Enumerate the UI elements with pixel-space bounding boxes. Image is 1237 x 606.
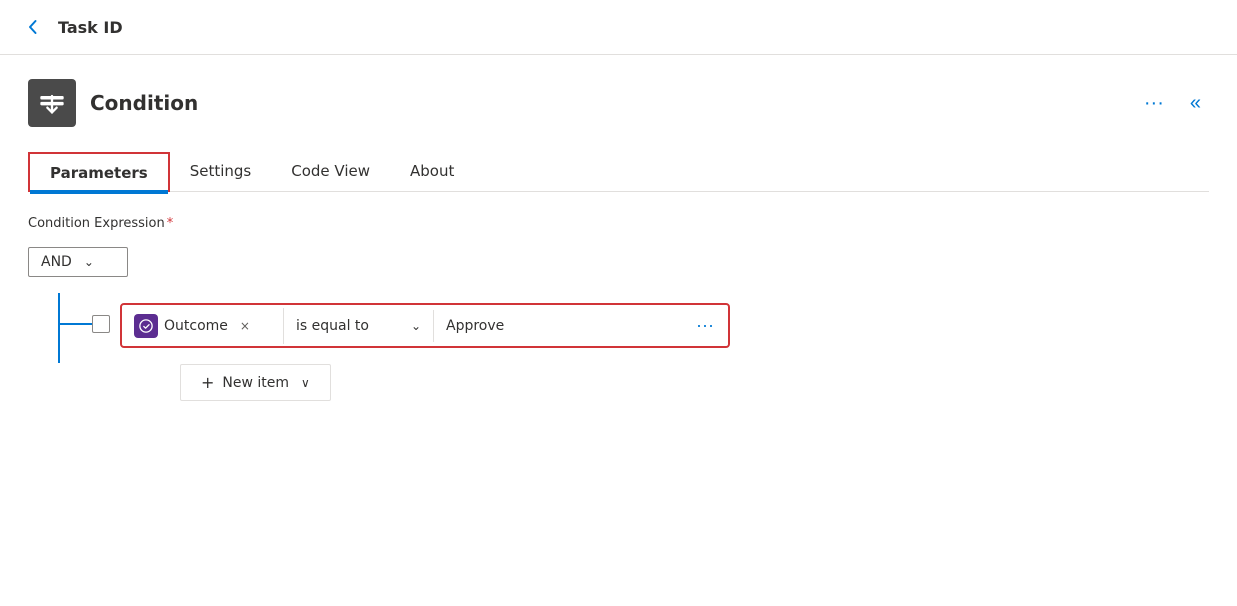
and-dropdown[interactable]: AND ⌄: [28, 247, 128, 277]
header: Task ID: [0, 0, 1237, 55]
main-content: Condition ··· « Parameters Settings Code…: [0, 55, 1237, 425]
new-item-button[interactable]: + New item ∨: [180, 364, 331, 401]
value-field[interactable]: Approve: [434, 310, 684, 342]
tab-parameters[interactable]: Parameters: [28, 152, 170, 192]
tab-settings[interactable]: Settings: [170, 152, 272, 190]
chevron-down-icon: ⌄: [84, 255, 94, 269]
tree-structure: [48, 293, 92, 383]
row-more-button[interactable]: ···: [684, 307, 726, 344]
new-item-chevron-icon: ∨: [301, 376, 310, 390]
tab-code-view[interactable]: Code View: [271, 152, 390, 190]
condition-area: Outcome × is equal to ⌄ Approve ···: [48, 293, 1209, 401]
condition-row-container: Outcome × is equal to ⌄ Approve ···: [120, 303, 730, 401]
condition-row: Outcome × is equal to ⌄ Approve ···: [124, 307, 726, 344]
tab-bar: Parameters Settings Code View About: [28, 151, 1209, 192]
value-text: Approve: [446, 318, 504, 334]
component-icon: [28, 79, 76, 127]
back-button[interactable]: [20, 14, 46, 40]
tree-vertical-line: [58, 293, 60, 363]
plus-icon: +: [201, 373, 214, 392]
required-indicator: *: [167, 216, 174, 231]
more-options-button[interactable]: ···: [1136, 88, 1172, 119]
operator-dropdown[interactable]: is equal to ⌄: [284, 310, 434, 342]
page-title: Task ID: [58, 18, 123, 37]
collapse-button[interactable]: «: [1182, 88, 1209, 119]
operator-chevron-icon: ⌄: [411, 319, 421, 333]
component-info: Condition: [28, 79, 198, 127]
new-item-row: + New item ∨: [180, 364, 730, 401]
outcome-label: Outcome: [164, 318, 228, 334]
row-checkbox[interactable]: [92, 315, 110, 333]
component-header: Condition ··· «: [28, 79, 1209, 127]
and-label: AND: [41, 254, 72, 270]
token-close-button[interactable]: ×: [240, 319, 250, 333]
new-item-label: New item: [222, 375, 289, 391]
component-name: Condition: [90, 91, 198, 115]
component-actions: ··· «: [1136, 88, 1209, 119]
operator-label: is equal to: [296, 318, 369, 334]
tree-horizontal-line: [58, 323, 92, 325]
outcome-token-icon: [134, 314, 158, 338]
section-label: Condition Expression*: [28, 216, 1209, 231]
tab-about[interactable]: About: [390, 152, 474, 190]
condition-row-border: Outcome × is equal to ⌄ Approve ···: [120, 303, 730, 348]
outcome-token: Outcome ×: [124, 308, 284, 344]
